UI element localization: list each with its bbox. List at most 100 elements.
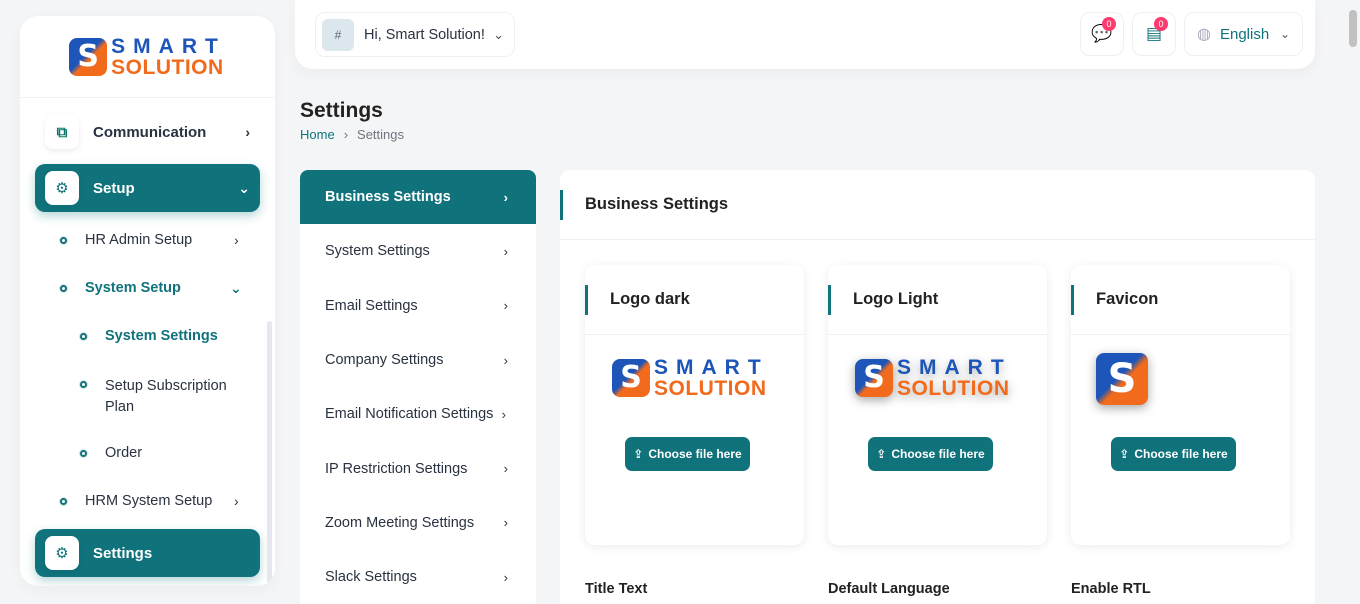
messages-button[interactable]: 💬 0	[1080, 12, 1124, 56]
avatar: #	[322, 18, 354, 51]
sidebar-item-label: System Setup	[85, 280, 181, 296]
chevron-right-icon: ›	[503, 243, 508, 259]
sidebar-item-hr-admin-setup[interactable]: HR Admin Setup ›	[60, 232, 250, 248]
upload-icon: ⇪	[633, 447, 644, 461]
enable-rtl-label: Enable RTL	[1071, 581, 1151, 597]
language-label: English	[1219, 25, 1270, 43]
chevron-right-icon: ›	[501, 406, 506, 422]
greeting-text: Hi, Smart Solution!	[364, 26, 485, 43]
menu-item-zoom-meeting-settings[interactable]: Zoom Meeting Settings ›	[300, 496, 536, 550]
menu-item-label: Email Notification Settings	[325, 406, 494, 423]
menu-item-label: Company Settings	[325, 352, 444, 369]
breadcrumb: Home › Settings	[300, 127, 404, 142]
sidebar-item-label: HR Admin Setup	[85, 232, 193, 248]
logo-dark-card: Logo dark S SMART SOLUTION ⇪ Choose file…	[585, 265, 804, 545]
chevron-right-icon: ›	[503, 352, 508, 368]
menu-item-label: Business Settings	[325, 189, 451, 206]
chevron-down-icon: ⌄	[238, 179, 250, 196]
globe-icon: ◍	[1197, 26, 1211, 43]
chevron-right-icon: ›	[343, 127, 349, 142]
upload-icon: ⇪	[1119, 447, 1130, 461]
menu-item-system-settings[interactable]: System Settings ›	[300, 224, 536, 278]
button-label: Choose file here	[891, 447, 985, 461]
favicon-icon: S	[1096, 353, 1148, 405]
menu-item-email-notification-settings[interactable]: Email Notification Settings ›	[300, 387, 536, 441]
chevron-right-icon: ›	[503, 515, 508, 531]
brand-mark-icon: S	[612, 359, 650, 397]
bullet-icon	[60, 497, 67, 505]
messages-badge: 0	[1102, 17, 1116, 31]
logo-dark-preview: S SMART SOLUTION	[612, 357, 769, 399]
sidebar-item-communication[interactable]: ⧉ Communication ›	[35, 108, 260, 156]
chevron-right-icon: ›	[503, 569, 508, 585]
gear-icon: ⚙	[45, 536, 79, 570]
chevron-down-icon: ⌄	[230, 279, 242, 296]
language-selector[interactable]: ◍ English ⌄	[1184, 12, 1303, 56]
menu-item-label: IP Restriction Settings	[325, 460, 468, 477]
favicon-card: Favicon S ⇪ Choose file here	[1071, 265, 1290, 545]
page-title: Settings	[300, 99, 383, 122]
sidebar-item-label: System Settings	[105, 328, 218, 344]
brand-line1: SMART	[654, 356, 769, 379]
sidebar-item-system-setup[interactable]: System Setup ⌄	[60, 280, 250, 296]
notifications-button[interactable]: ▤ 0	[1132, 12, 1176, 56]
bullet-icon	[80, 332, 87, 340]
breadcrumb-home[interactable]: Home	[300, 127, 335, 142]
brand-logo[interactable]: S SMART SOLUTION	[20, 16, 275, 98]
sidebar: S SMART SOLUTION ⧉ Communication › ⚙ Set…	[20, 16, 275, 586]
choose-file-button[interactable]: ⇪ Choose file here	[1111, 437, 1236, 471]
menu-item-slack-settings[interactable]: Slack Settings ›	[300, 550, 536, 604]
card-title: Logo Light	[828, 265, 1047, 335]
sidebar-item-label: Order	[105, 445, 143, 461]
bullet-icon	[60, 236, 67, 244]
bullet-icon	[60, 284, 67, 292]
chevron-right-icon: ›	[503, 189, 508, 205]
gear-icon: ⚙	[45, 171, 79, 205]
sidebar-item-system-settings[interactable]: System Settings	[80, 328, 218, 344]
brand-mark-icon: S	[69, 37, 108, 76]
choose-file-button[interactable]: ⇪ Choose file here	[625, 437, 750, 471]
chevron-right-icon: ›	[503, 461, 508, 477]
menu-item-ip-restriction-settings[interactable]: IP Restriction Settings ›	[300, 441, 536, 495]
brand-mark-icon: S	[855, 359, 893, 397]
sidebar-item-setup-subscription-plan[interactable]: Setup Subscription Plan	[80, 376, 245, 418]
brand-line1: SMART	[897, 356, 1012, 379]
choose-file-button[interactable]: ⇪ Choose file here	[868, 437, 993, 471]
topbar: # Hi, Smart Solution! ⌄ 💬 0 ▤ 0 ◍ Englis…	[295, 0, 1315, 69]
sidebar-item-setup[interactable]: ⚙ Setup ⌄	[35, 164, 260, 212]
brand-line2: SOLUTION	[654, 377, 767, 400]
sidebar-item-label: Communication	[93, 123, 207, 141]
menu-item-label: Slack Settings	[325, 569, 417, 586]
sidebar-scrollbar[interactable]	[267, 321, 272, 583]
sidebar-item-order[interactable]: Order	[80, 445, 142, 461]
title-text-label: Title Text	[585, 581, 648, 597]
chevron-down-icon: ⌄	[493, 26, 504, 42]
menu-item-email-settings[interactable]: Email Settings ›	[300, 279, 536, 333]
user-menu-button[interactable]: # Hi, Smart Solution! ⌄	[315, 12, 515, 57]
sidebar-item-hrm-system-setup[interactable]: HRM System Setup ›	[60, 493, 250, 509]
sidebar-item-label: HRM System Setup	[85, 493, 213, 509]
panel-title: Business Settings	[560, 170, 1315, 240]
chevron-right-icon: ›	[503, 298, 508, 314]
chat-bubbles-icon: ⧉	[45, 115, 79, 149]
button-label: Choose file here	[1134, 447, 1228, 461]
menu-item-label: Email Settings	[325, 297, 418, 314]
breadcrumb-current: Settings	[357, 127, 405, 142]
sidebar-item-label: Settings	[93, 544, 153, 562]
sidebar-item-label: Setup	[93, 179, 135, 197]
business-settings-panel: Business Settings Logo dark S SMART SOLU…	[560, 170, 1315, 604]
menu-item-business-settings[interactable]: Business Settings ›	[300, 170, 536, 225]
chevron-right-icon: ›	[245, 124, 250, 140]
favicon-preview: S	[1096, 353, 1148, 405]
card-title: Favicon	[1071, 265, 1290, 335]
chevron-right-icon: ›	[234, 232, 239, 248]
page-scrollbar[interactable]	[1349, 10, 1357, 47]
menu-item-company-settings[interactable]: Company Settings ›	[300, 333, 536, 387]
brand-line2: SOLUTION	[897, 377, 1010, 400]
chevron-right-icon: ›	[234, 493, 239, 509]
brand-line2: SOLUTION	[111, 55, 224, 79]
default-language-label: Default Language	[828, 581, 950, 597]
settings-menu: Business Settings › System Settings › Em…	[300, 170, 536, 604]
sidebar-item-label: Setup Subscription Plan	[105, 378, 227, 415]
sidebar-item-settings[interactable]: ⚙ Settings	[35, 529, 260, 577]
